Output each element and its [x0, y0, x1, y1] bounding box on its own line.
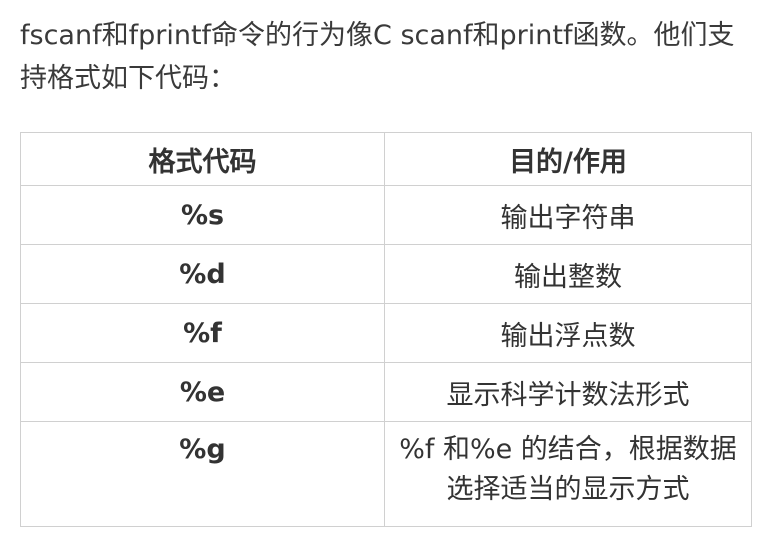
- format-code-cell: %e: [20, 362, 385, 422]
- intro-paragraph: fscanf和fprintf命令的行为像C scanf和printf函数。他们支…: [20, 20, 735, 94]
- format-code-cell: %s: [20, 185, 385, 245]
- table-row: %f 输出浮点数: [20, 303, 752, 363]
- table-header-row: 格式代码 目的/作用: [20, 132, 752, 186]
- column-header-purpose: 目的/作用: [384, 132, 752, 186]
- table-row: %d 输出整数: [20, 244, 752, 304]
- column-header-format-code: 格式代码: [20, 132, 385, 186]
- format-code-cell: %f: [20, 303, 385, 363]
- purpose-cell: 显示科学计数法形式: [384, 362, 752, 422]
- format-code-table: 格式代码 目的/作用 %s 输出字符串 %d 输出整数 %f 输出浮点数 %e …: [20, 132, 752, 527]
- table-row: %s 输出字符串: [20, 185, 752, 245]
- purpose-cell: 输出字符串: [384, 185, 752, 245]
- format-code-cell: %g: [20, 421, 385, 527]
- table-row: %g %f 和%e 的结合，根据数据选择适当的显示方式: [20, 421, 752, 527]
- purpose-cell: 输出浮点数: [384, 303, 752, 363]
- purpose-cell: %f 和%e 的结合，根据数据选择适当的显示方式: [384, 421, 752, 527]
- table-row: %e 显示科学计数法形式: [20, 362, 752, 422]
- purpose-cell: 输出整数: [384, 244, 752, 304]
- format-code-cell: %d: [20, 244, 385, 304]
